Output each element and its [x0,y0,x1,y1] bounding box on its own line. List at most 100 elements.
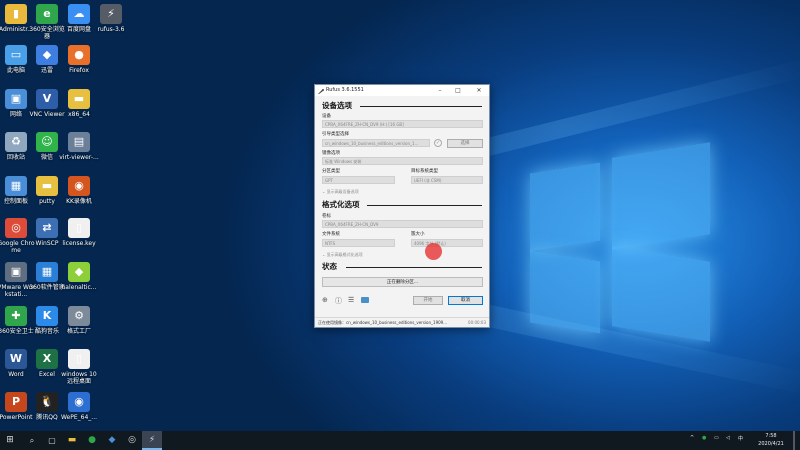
ime-indicator[interactable]: 中 [738,435,743,442]
advanced-drive-label: 显示高级设备选项 [326,189,359,194]
powerpoint-icon: P [5,392,27,412]
tray-360-icon[interactable]: ● [702,435,706,441]
user-folder-icon: ▮ [5,4,27,24]
desktop-icon[interactable]: ⚙ 格式工厂 [59,306,99,335]
minimize-icon[interactable]: – [433,85,447,96]
check-icon[interactable]: ✓ [434,139,442,147]
desktop-icon-label: virt-viewer-... [59,154,99,161]
status-bar: 正在使用镜像：cn_windows_10_business_editions_v… [315,317,489,327]
halen-icon: ◆ [68,262,90,282]
image-option-label: 镜像选项 [322,151,340,156]
recycle-bin-icon: ♻ [5,132,27,152]
vmware-icon: ▣ [5,262,27,282]
vnc-icon: V [36,89,58,109]
clock-time[interactable]: 7:58 [758,433,784,439]
word-icon: W [5,349,27,369]
taskbar-app-icon[interactable]: ◎ [122,431,142,450]
desktop-icon-label: windows 10 远程桌面 [61,371,97,385]
desktop-icon[interactable]: ▯ windows 10 远程桌面 [59,349,99,385]
status-text: 正在使用镜像：cn_windows_10_business_editions_v… [318,320,448,325]
desktop-icon[interactable]: ▬ x86_64 [59,89,99,118]
desktop-icon[interactable]: ◉ WePE_64_... [59,392,99,421]
settings-icon[interactable]: ☰ [348,296,354,304]
network-icon: ▣ [5,89,27,109]
wepe-icon: ◉ [68,392,90,412]
title-bar[interactable]: Rufus 3.6.1551 – □ ✕ [315,85,489,96]
log-icon[interactable] [361,297,369,303]
qq-icon: 🐧 [36,392,58,412]
globe-icon[interactable]: ⊕ [322,296,328,304]
device-select[interactable]: CPBA_X64FRE_ZH-CN_DV9 (H:) [16 GB] [322,120,483,128]
format-factory-icon: ⚙ [68,306,90,326]
browser-360-icon[interactable]: ● [82,431,102,450]
status-heading: 状态 [322,262,337,271]
baidu-netdisk-icon: ☁ [68,4,90,24]
rufus-taskbar-icon[interactable]: ⚡ [142,431,162,450]
cluster-size-select[interactable]: 4096 字节 (默认) [411,239,483,247]
file-explorer-icon[interactable]: ▬ [62,431,82,450]
computer-icon: ▭ [5,45,27,65]
file-icon: ▯ [68,349,90,369]
section-divider [346,267,482,268]
cancel-button[interactable]: 取消 [448,296,483,305]
window-title: Rufus 3.6.1551 [326,87,364,93]
elapsed-time: 00:00:03 [468,320,486,325]
close-icon[interactable]: ✕ [472,85,486,96]
desktop-icon[interactable]: ◉ KK录像机 [59,176,99,205]
boot-selection-label: 引导类型选择 [322,132,349,137]
target-system-label: 目标系统类型 [411,169,438,174]
browser-360-icon: e [36,4,58,24]
desktop-icon-label: rufus-3.6 [97,26,125,33]
desktop-icon[interactable]: ● Firefox [59,45,99,74]
desktop-icon[interactable]: ▤ virt-viewer-... [59,132,99,161]
file-icon: ▯ [68,218,90,238]
target-system-select[interactable]: UEFI (非 CSM) [411,176,483,184]
desktop-icon-label: x86_64 [68,111,90,118]
winscp-icon: ⇄ [36,218,58,238]
show-desktop-button[interactable] [793,431,795,450]
cursor-highlight [425,243,442,260]
cluster-size-label: 簇大小 [411,232,425,237]
advanced-format-label: 显示高级格式化选项 [326,252,363,257]
section-divider [360,106,482,107]
desktop-icon[interactable]: ▯ license.key [59,218,99,247]
kk-recorder-icon: ◉ [68,176,90,196]
desktop-icon[interactable]: ◆ halenaltic... [59,262,99,291]
excel-icon: X [36,349,58,369]
device-label: 设备 [322,114,331,119]
desktop-icon-label: Firefox [69,67,89,74]
rufus-icon [318,88,324,94]
start-button[interactable]: 开始 [413,296,443,305]
clock-date[interactable]: 2020/4/21 [752,441,790,447]
firefox-icon: ● [68,45,90,65]
format-options-heading: 格式化选项 [322,200,360,209]
info-icon[interactable]: ⓘ [335,296,342,306]
start-button-icon[interactable]: ⊞ [0,431,20,450]
desktop-icon-label: 格式工厂 [66,328,91,335]
boot-selection-select[interactable]: cn_windows_10_business_editions_version_… [322,139,430,147]
image-option-select[interactable]: 标准 Windows 安装 [322,157,483,165]
partition-scheme-select[interactable]: GPT [322,176,395,184]
volume-label-label: 卷标 [322,214,331,219]
search-icon[interactable]: ⌕ [22,431,42,450]
desktop-icon-label: KK录像机 [66,198,92,205]
advanced-format-toggle[interactable]: ⌄ 显示高级格式化选项 [322,252,363,258]
putty-icon: ▬ [36,176,58,196]
desktop-icon[interactable]: ⚡ rufus-3.6 [91,4,131,33]
kugou-icon: K [36,306,58,326]
chrome-icon: ◎ [5,218,27,238]
folder-icon: ▬ [68,89,90,109]
select-button[interactable]: 选择 [447,139,483,148]
desktop-icon-label: WePE_64_... [60,414,98,421]
volume-label-input[interactable]: CPBA_X64FRE_ZH-CN_DV9 [322,220,483,228]
network-icon[interactable]: ▭ [714,435,719,441]
volume-icon[interactable]: ◁ [726,435,730,441]
file-system-select[interactable]: NTFS [322,239,395,247]
chevron-up-icon[interactable]: ^ [690,435,694,441]
rufus-window[interactable]: Rufus 3.6.1551 – □ ✕ 设备选项 设备 CPBA_X64FRE… [314,84,490,328]
taskbar-app-icon[interactable]: ◆ [102,431,122,450]
advanced-drive-toggle[interactable]: ⌄ 显示高级设备选项 [322,189,359,195]
maximize-icon[interactable]: □ [451,85,465,96]
virt-viewer-icon: ▤ [68,132,90,152]
task-view-icon[interactable]: ▢ [42,431,62,450]
